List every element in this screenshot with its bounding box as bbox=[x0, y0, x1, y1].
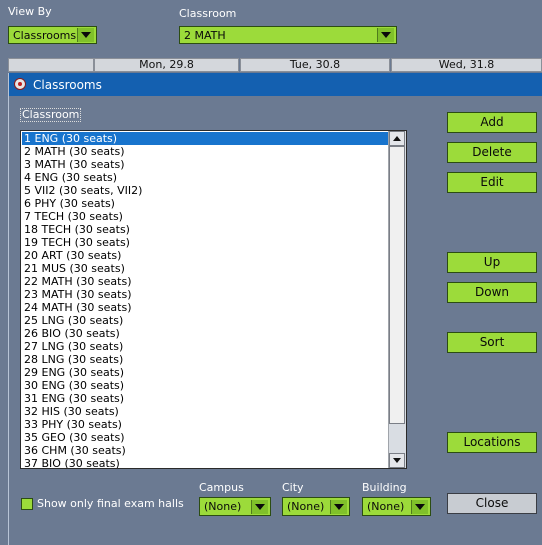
list-item[interactable]: 23 MATH (30 seats) bbox=[22, 288, 389, 301]
classroom-dropdown[interactable]: 2 MATH bbox=[179, 26, 397, 44]
list-item[interactable]: 19 TECH (30 seats) bbox=[22, 236, 389, 249]
list-item[interactable]: 37 BIO (30 seats) bbox=[22, 457, 389, 468]
scroll-down-button[interactable] bbox=[389, 453, 405, 468]
list-item[interactable]: 1 ENG (30 seats) bbox=[22, 132, 389, 145]
add-button[interactable]: Add bbox=[447, 112, 537, 133]
day-header-wed: Wed, 31.8 bbox=[391, 58, 542, 72]
city-label: City bbox=[282, 481, 304, 494]
up-button[interactable]: Up bbox=[447, 252, 537, 273]
classroom-listbox[interactable]: 1 ENG (30 seats) 2 MATH (30 seats) 3 MATH … bbox=[20, 130, 407, 469]
list-item[interactable]: 36 CHM (30 seats) bbox=[22, 444, 389, 457]
building-dropdown[interactable]: (None) bbox=[362, 497, 431, 516]
list-item[interactable]: 20 ART (30 seats) bbox=[22, 249, 389, 262]
campus-value: (None) bbox=[204, 500, 242, 513]
sort-button[interactable]: Sort bbox=[447, 332, 537, 353]
chevron-down-icon[interactable] bbox=[411, 499, 428, 514]
chevron-down-icon[interactable] bbox=[251, 499, 268, 514]
list-item[interactable]: 32 HIS (30 seats) bbox=[22, 405, 389, 418]
list-item[interactable]: 35 GEO (30 seats) bbox=[22, 431, 389, 444]
chevron-down-icon[interactable] bbox=[330, 499, 347, 514]
list-item[interactable]: 28 LNG (30 seats) bbox=[22, 353, 389, 366]
arrow-down-icon bbox=[393, 458, 401, 463]
list-item[interactable]: 21 MUS (30 seats) bbox=[22, 262, 389, 275]
day-header-spacer bbox=[8, 58, 94, 72]
app-icon bbox=[14, 78, 26, 90]
building-value: (None) bbox=[367, 500, 405, 513]
city-value: (None) bbox=[287, 500, 325, 513]
view-by-value: Classrooms bbox=[13, 28, 77, 42]
scroll-thumb[interactable] bbox=[389, 146, 405, 424]
down-button[interactable]: Down bbox=[447, 282, 537, 303]
vertical-scrollbar[interactable] bbox=[388, 131, 406, 468]
classroom-group-label: Classroom bbox=[20, 108, 82, 122]
chevron-down-icon[interactable] bbox=[77, 28, 94, 42]
building-label: Building bbox=[362, 481, 407, 494]
list-item[interactable]: 27 LNG (30 seats) bbox=[22, 340, 389, 353]
list-item[interactable]: 26 BIO (30 seats) bbox=[22, 327, 389, 340]
view-by-label: View By bbox=[8, 5, 52, 18]
list-item[interactable]: 31 ENG (30 seats) bbox=[22, 392, 389, 405]
final-exam-label: Show only final exam halls bbox=[37, 497, 184, 510]
list-item[interactable]: 30 ENG (30 seats) bbox=[22, 379, 389, 392]
campus-label: Campus bbox=[199, 481, 244, 494]
classroom-label: Classroom bbox=[179, 7, 237, 20]
list-item[interactable]: 18 TECH (30 seats) bbox=[22, 223, 389, 236]
day-header-mon: Mon, 29.8 bbox=[94, 58, 239, 72]
list-item[interactable]: 24 MATH (30 seats) bbox=[22, 301, 389, 314]
list-item[interactable]: 33 PHY (30 seats) bbox=[22, 418, 389, 431]
scroll-up-button[interactable] bbox=[389, 131, 405, 146]
arrow-up-icon bbox=[393, 136, 401, 141]
list-item[interactable]: 4 ENG (30 seats) bbox=[22, 171, 389, 184]
delete-button[interactable]: Delete bbox=[447, 142, 537, 163]
dialog-titlebar: Classrooms bbox=[9, 73, 542, 96]
classrooms-dialog: Classrooms Classroom 1 ENG (30 seats) 2 M… bbox=[8, 73, 542, 545]
view-by-dropdown[interactable]: Classrooms bbox=[8, 26, 97, 44]
classroom-value: 2 MATH bbox=[184, 28, 226, 42]
list-item[interactable]: 5 VII2 (30 seats, VII2) bbox=[22, 184, 389, 197]
list-item[interactable]: 29 ENG (30 seats) bbox=[22, 366, 389, 379]
list-item[interactable]: 6 PHY (30 seats) bbox=[22, 197, 389, 210]
day-header-tue: Tue, 30.8 bbox=[240, 58, 390, 72]
list-item[interactable]: 7 TECH (30 seats) bbox=[22, 210, 389, 223]
locations-button[interactable]: Locations bbox=[447, 432, 537, 453]
classroom-list: 1 ENG (30 seats) 2 MATH (30 seats) 3 MATH … bbox=[22, 132, 389, 468]
final-exam-checkbox[interactable] bbox=[21, 498, 33, 510]
city-dropdown[interactable]: (None) bbox=[282, 497, 350, 516]
list-item[interactable]: 2 MATH (30 seats) bbox=[22, 145, 389, 158]
list-item[interactable]: 22 MATH (30 seats) bbox=[22, 275, 389, 288]
campus-dropdown[interactable]: (None) bbox=[199, 497, 271, 516]
list-item[interactable]: 25 LNG (30 seats) bbox=[22, 314, 389, 327]
dialog-title: Classrooms bbox=[33, 78, 102, 92]
list-item[interactable]: 3 MATH (30 seats) bbox=[22, 158, 389, 171]
chevron-down-icon[interactable] bbox=[377, 28, 394, 42]
close-button[interactable]: Close bbox=[447, 493, 537, 514]
edit-button[interactable]: Edit bbox=[447, 172, 537, 193]
